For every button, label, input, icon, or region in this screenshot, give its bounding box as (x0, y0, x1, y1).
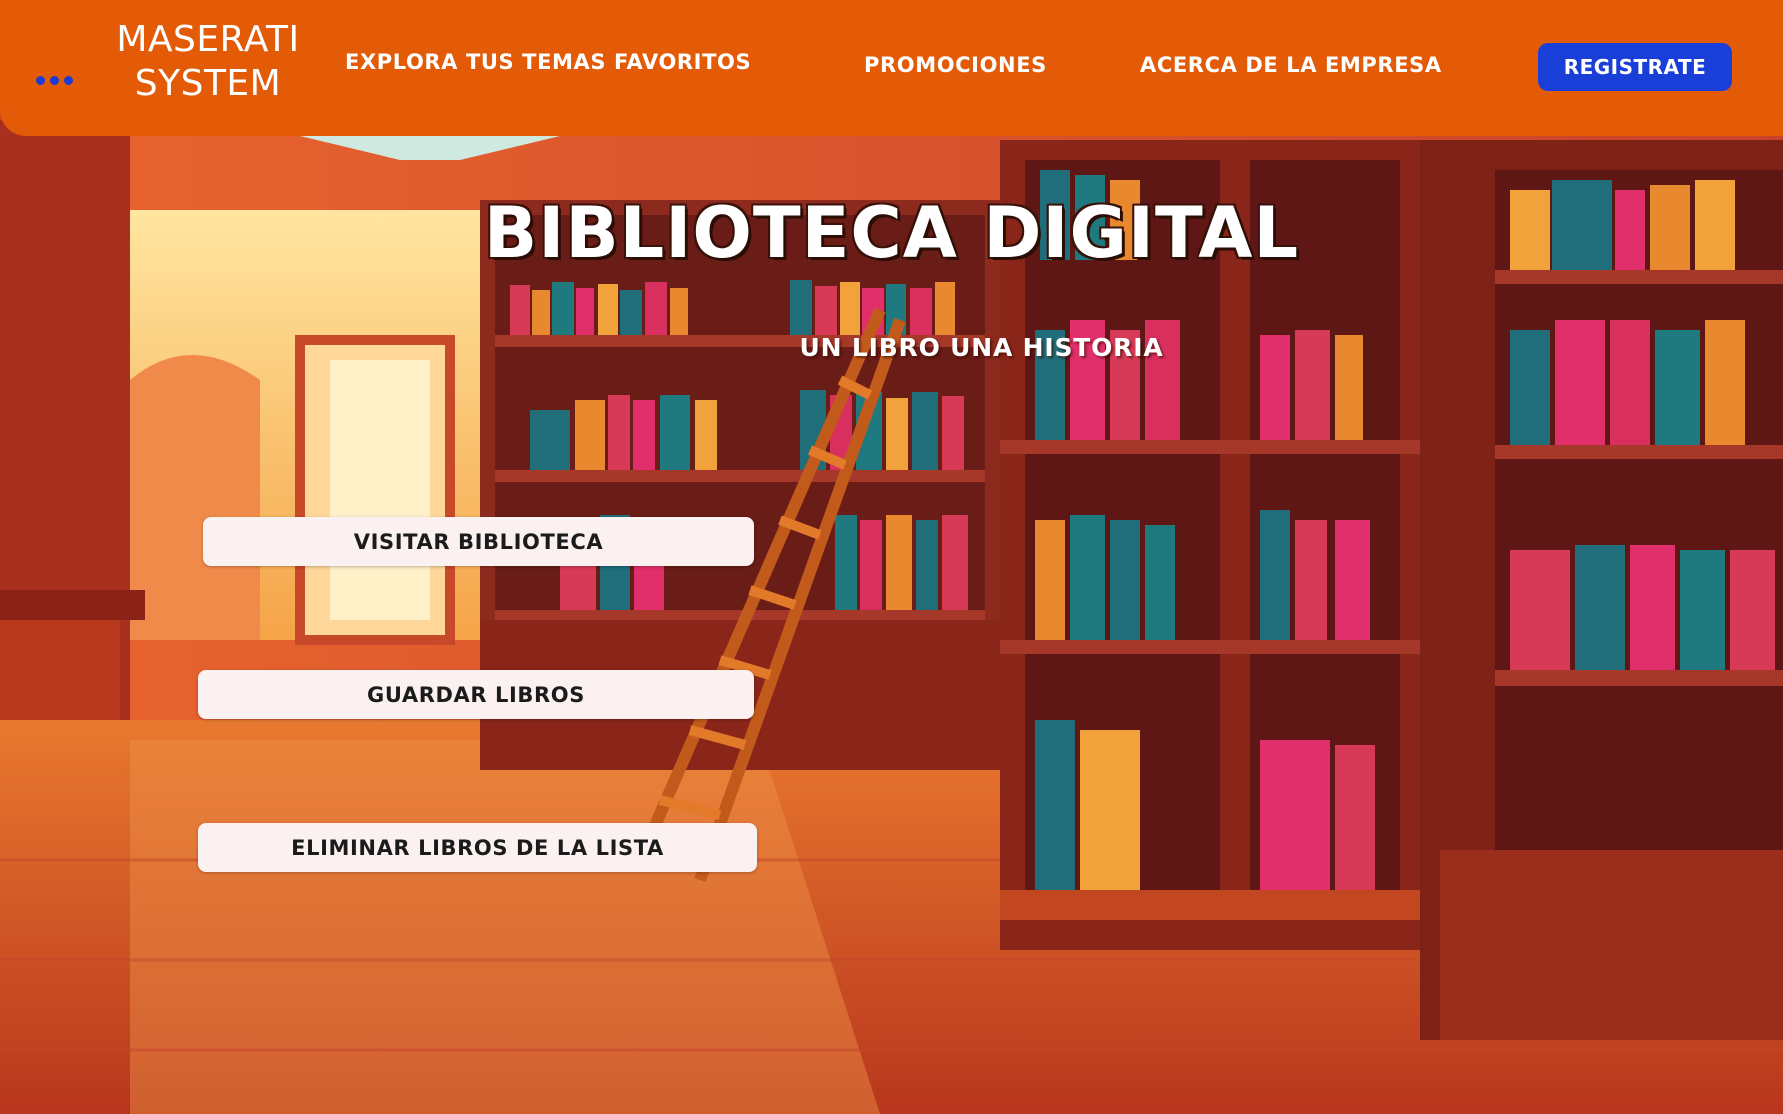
nav-link-promociones[interactable]: PROMOCIONES (864, 53, 1047, 77)
visit-library-button[interactable]: VISITAR BIBLIOTECA (203, 517, 754, 566)
save-books-button[interactable]: GUARDAR LIBROS (198, 670, 754, 719)
more-dots-icon[interactable] (36, 72, 86, 88)
nav-link-acerca-empresa[interactable]: ACERCA DE LA EMPRESA (1140, 53, 1442, 77)
brand-logo-line-2: SYSTEM (134, 63, 282, 104)
page-title: BIBLIOTECA DIGITAL (483, 192, 1300, 274)
dot (36, 75, 45, 85)
nav-link-explora-temas[interactable]: EXPLORA TUS TEMAS FAVORITOS (345, 50, 751, 74)
remove-books-button[interactable]: ELIMINAR LIBROS DE LA LISTA (198, 823, 757, 872)
brand-logo[interactable]: MASERATI SYSTEM (88, 18, 328, 106)
dot (64, 75, 73, 85)
page-subtitle: UN LIBRO UNA HISTORIA (799, 333, 1164, 362)
dot (50, 75, 59, 85)
brand-logo-line-1: MASERATI (116, 19, 300, 60)
top-navigation-bar: MASERATI SYSTEM EXPLORA TUS TEMAS FAVORI… (0, 0, 1783, 136)
register-button[interactable]: REGISTRATE (1538, 43, 1732, 91)
